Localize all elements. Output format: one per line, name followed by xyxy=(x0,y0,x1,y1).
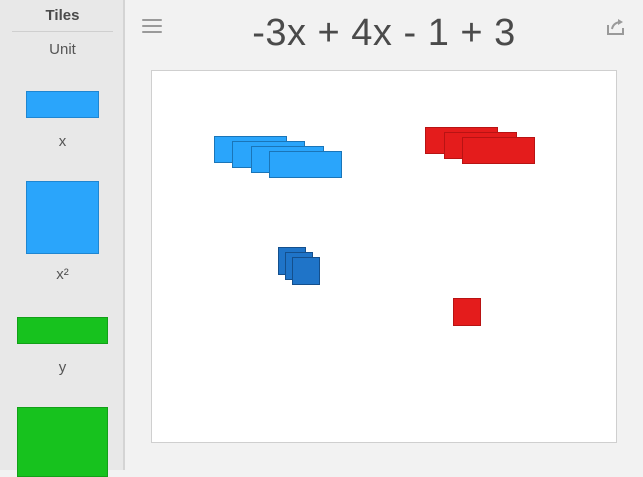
sidebar-title: Tiles xyxy=(45,7,80,24)
palette-x-tile[interactable] xyxy=(26,91,99,118)
palette-x-squared-tile[interactable] xyxy=(26,181,99,254)
palette-x-squared-label: x² xyxy=(56,266,69,283)
palette-y-label: y xyxy=(58,359,67,376)
palette-y-squared-tile[interactable] xyxy=(17,407,108,477)
x-tile[interactable] xyxy=(269,151,342,178)
unit-tile[interactable] xyxy=(292,257,320,285)
share-icon[interactable] xyxy=(606,18,626,36)
palette-y-tile[interactable] xyxy=(17,317,108,344)
expression-title: -3x + 4x - 1 + 3 xyxy=(252,12,516,54)
unit-tile-label[interactable]: Unit xyxy=(0,41,125,58)
negative-x-tile[interactable] xyxy=(462,137,535,164)
tiles-sidebar: Tiles Unit x x² y xyxy=(0,0,125,477)
negative-unit-tile[interactable] xyxy=(453,298,481,326)
palette-x-label: x xyxy=(58,133,67,150)
sidebar-divider xyxy=(12,31,113,32)
tile-workspace[interactable] xyxy=(151,70,617,443)
